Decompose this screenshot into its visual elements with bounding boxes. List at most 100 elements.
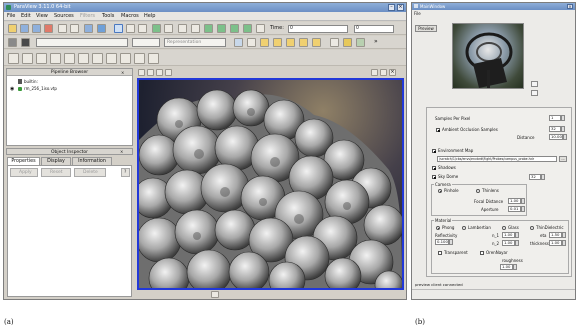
play-icon[interactable] [217,24,226,33]
component-combo[interactable] [132,38,160,47]
pipeline-root[interactable]: builtin: [24,79,38,84]
select-cells-icon[interactable] [126,24,135,33]
view-plus-y-icon[interactable] [273,38,282,47]
view-minus-x-icon[interactable] [260,38,269,47]
first-frame-green-icon[interactable] [191,24,200,33]
envmap-path-input[interactable]: /scratch/1/cbs/envs/envbrdf/light/Probes… [437,156,557,162]
samples-spin[interactable] [561,115,565,121]
menu-sources[interactable]: Sources [54,13,74,20]
menu-edit[interactable]: Edit [21,13,31,20]
roughness-spin[interactable] [513,264,517,270]
visibility-eye-icon[interactable]: ◉ [10,86,14,92]
tab-display[interactable]: Display [41,157,71,165]
preview-option-2[interactable] [531,90,538,96]
render-viewport[interactable] [137,78,404,290]
view-close-icon[interactable]: × [389,69,396,76]
glyph-icon[interactable] [92,53,103,64]
reset-camera-icon[interactable] [234,38,243,47]
open-icon[interactable] [8,24,17,33]
preview-button[interactable]: Preview [415,25,437,32]
n1-input[interactable]: 1.00 [502,232,515,238]
view-bottom-handle-icon[interactable] [211,291,219,298]
reflectivity-spin[interactable] [449,239,453,245]
view-split-v-icon[interactable] [147,69,154,76]
transparent-checkbox[interactable] [438,251,442,255]
color-by-combo[interactable] [36,38,128,47]
thinlens-radio[interactable] [476,189,480,193]
distance-input[interactable]: 10.00 [549,134,563,140]
warp-icon[interactable] [120,53,131,64]
shadows-checkbox[interactable] [432,166,436,170]
roughness-input[interactable]: 1.00 [500,264,513,270]
glass-radio[interactable] [502,226,506,230]
envmap-browse-button[interactable]: ... [559,156,567,162]
ambient-occlusion-checkbox[interactable] [436,128,440,132]
delete-button[interactable]: Delete [74,168,106,177]
loop-icon[interactable] [256,24,265,33]
first-frame-icon[interactable] [178,24,187,33]
contour-icon[interactable] [22,53,33,64]
save-icon[interactable] [20,24,29,33]
next-frame-icon[interactable] [230,24,239,33]
extract-level-icon[interactable] [148,53,159,64]
view-split-h-icon[interactable] [138,69,145,76]
orientation-axes-icon[interactable] [343,38,352,47]
thin-dielectric-radio[interactable] [530,226,534,230]
redo-icon[interactable] [70,24,79,33]
view-plus-x-icon[interactable] [247,38,256,47]
toolbar-more-icon[interactable]: » [374,39,378,45]
menu-tools[interactable]: Tools [102,13,114,20]
minimize-icon[interactable]: – [388,4,395,11]
disconnect-icon[interactable] [44,24,53,33]
tab-information[interactable]: Information [72,157,112,165]
select-points-icon[interactable] [138,24,147,33]
view-camera-icon[interactable] [156,69,163,76]
edit-color-map-icon[interactable] [21,38,30,47]
pipeline-item[interactable]: rm_256_1iso.vtp [24,86,57,91]
representation-combo[interactable]: Representation [164,38,226,47]
clip-icon[interactable] [36,53,47,64]
renderer-menu-file[interactable]: File [414,11,421,16]
pipeline-close-icon[interactable]: × [121,70,124,75]
menu-help[interactable]: Help [144,13,155,20]
view-lookmark-icon[interactable] [165,69,172,76]
time-input[interactable]: 0 [288,25,348,33]
eta-input[interactable]: 1.50 [549,232,562,238]
camera-icon[interactable] [84,24,93,33]
close-icon[interactable]: × [397,4,404,11]
n2-input[interactable]: 1.00 [502,240,515,246]
n1-spin[interactable] [515,232,519,238]
slice-icon[interactable] [50,53,61,64]
group-datasets-icon[interactable] [134,53,145,64]
last-frame-icon[interactable] [243,24,252,33]
ao-samples-spin[interactable] [561,126,565,132]
pinhole-radio[interactable] [438,189,442,193]
n2-spin[interactable] [515,240,519,246]
connect-icon[interactable] [32,24,41,33]
sky-dome-checkbox[interactable] [432,175,436,179]
menu-macros[interactable]: Macros [121,13,139,20]
renderer-close-icon[interactable]: × [567,4,573,9]
reflectivity-input[interactable]: 0.100 [435,239,449,245]
center-axes-icon[interactable] [330,38,339,47]
view-maximize-icon[interactable] [380,69,387,76]
preview-option-1[interactable] [531,81,538,87]
view-minus-z-icon[interactable] [312,38,321,47]
lambertian-radio[interactable] [462,226,466,230]
environment-map-checkbox[interactable] [432,149,436,153]
focal-distance-spin[interactable] [521,198,525,204]
time-step-spinbox[interactable]: 0 [354,25,394,33]
inspector-close-icon[interactable]: × [120,149,123,154]
pick-center-icon[interactable] [356,38,365,47]
distance-spin[interactable] [563,134,567,140]
apply-button[interactable]: Apply [10,168,38,177]
reset-button[interactable]: Reset [41,168,71,177]
tab-properties[interactable]: Properties [7,157,40,165]
help-icon[interactable] [97,24,106,33]
samples-input[interactable]: 1 [549,115,561,121]
threshold-icon[interactable] [64,53,75,64]
help-button[interactable]: ? [121,168,130,177]
stream-tracer-icon[interactable] [106,53,117,64]
menu-file[interactable]: File [7,13,15,20]
eta-spin[interactable] [562,232,566,238]
